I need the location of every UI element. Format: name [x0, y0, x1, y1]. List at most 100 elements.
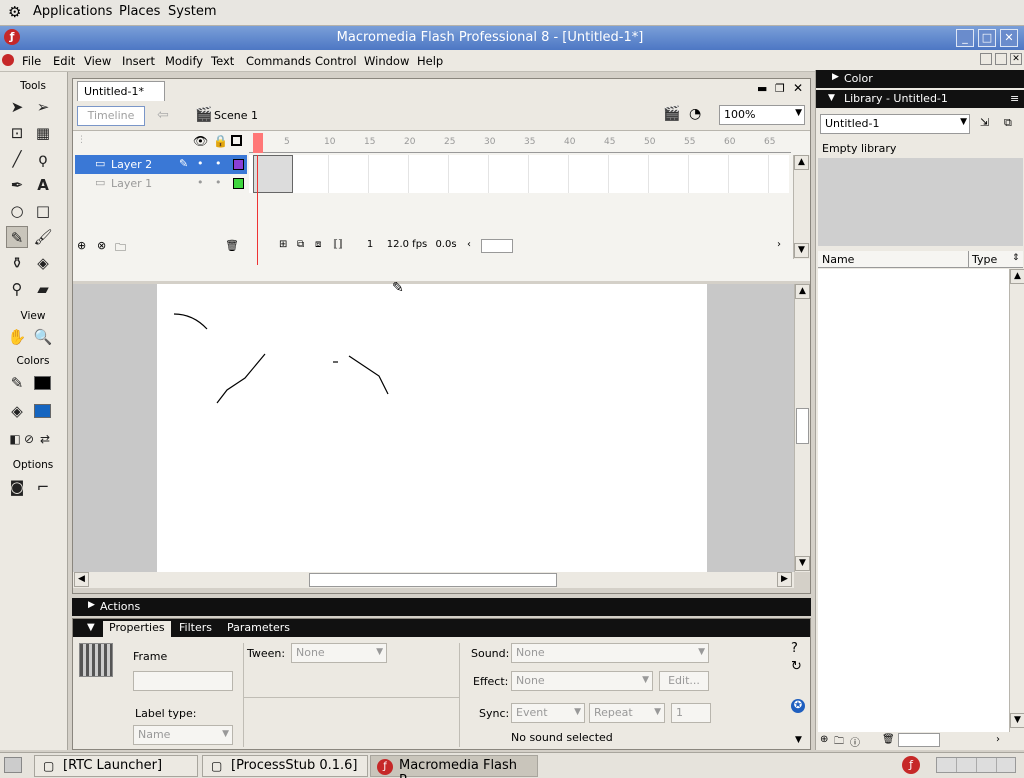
- onion-outline-icon[interactable]: ⧈: [315, 239, 321, 250]
- delete-layer-icon[interactable]: 🗑: [225, 239, 239, 252]
- h-scroll-thumb[interactable]: [309, 573, 557, 587]
- document-tab[interactable]: Untitled-1*: [77, 81, 165, 101]
- pencil-mode-icon[interactable]: ⌐: [32, 476, 54, 498]
- rectangle-tool-icon[interactable]: □: [32, 200, 54, 222]
- task-flash[interactable]: ƒ Macromedia Flash P...: [370, 755, 538, 778]
- col-type[interactable]: Type: [972, 253, 997, 266]
- lasso-tool-icon[interactable]: ϙ: [32, 148, 54, 170]
- object-drawing-icon[interactable]: ◙: [6, 476, 28, 498]
- back-arrow-icon[interactable]: ⇦: [157, 107, 169, 123]
- col-name[interactable]: Name: [822, 253, 854, 266]
- effect-select[interactable]: None ▼: [511, 671, 653, 691]
- layer-name[interactable]: Layer 1: [111, 177, 152, 190]
- gnome-foot-icon[interactable]: ⚙: [8, 3, 21, 21]
- add-motion-guide-icon[interactable]: ⊗: [97, 239, 106, 252]
- insert-folder-icon[interactable]: 🗀: [115, 239, 126, 258]
- mdi-restore-icon[interactable]: [995, 53, 1007, 65]
- repeat-select[interactable]: Repeat ▼: [589, 703, 665, 723]
- visible-dot[interactable]: •: [197, 176, 204, 189]
- stroke-4[interactable]: [348, 355, 389, 395]
- library-select[interactable]: Untitled-1 ▼: [820, 114, 970, 134]
- scroll-left-icon[interactable]: ◀: [74, 572, 89, 587]
- scroll-down-icon[interactable]: ▼: [794, 243, 809, 258]
- library-v-scroll[interactable]: ▲ ▼: [1009, 269, 1024, 737]
- layer-row-1[interactable]: ▭ Layer 1 • •: [75, 174, 247, 193]
- text-tool-icon[interactable]: A: [32, 174, 54, 196]
- library-panel-header[interactable]: ▼ Library - Untitled-1 ≡: [816, 90, 1024, 108]
- places-menu[interactable]: Places: [119, 4, 160, 19]
- doc-restore-icon[interactable]: ❐: [775, 82, 785, 95]
- repeat-count-input[interactable]: 1: [671, 703, 711, 723]
- library-list[interactable]: [818, 269, 1010, 737]
- sort-icon[interactable]: ⇕: [1012, 253, 1020, 263]
- lock-layers-icon[interactable]: 🔒: [213, 134, 228, 148]
- edit-symbol-icon[interactable]: ◔: [689, 106, 701, 122]
- scroll-up-icon[interactable]: ▲: [1010, 269, 1024, 284]
- onion-skin-icon[interactable]: ⧉: [297, 239, 304, 250]
- tray-flash-icon[interactable]: ƒ: [902, 756, 920, 774]
- new-folder-icon[interactable]: 🗀: [834, 734, 844, 751]
- sync-select[interactable]: Event ▼: [511, 703, 585, 723]
- tab-parameters[interactable]: Parameters: [221, 621, 296, 637]
- timeline-v-scroll[interactable]: ▲ ▼: [793, 155, 810, 259]
- system-menu[interactable]: System: [168, 4, 216, 19]
- color-title[interactable]: Color: [844, 72, 873, 85]
- v-scroll-thumb[interactable]: [796, 408, 809, 444]
- doc-close-icon[interactable]: ✕: [793, 81, 803, 95]
- visible-dot[interactable]: •: [197, 157, 204, 170]
- menu-window[interactable]: Window: [364, 54, 409, 68]
- playhead[interactable]: [253, 133, 263, 153]
- new-symbol-icon[interactable]: ⊕: [820, 734, 828, 745]
- scroll-down-icon[interactable]: ▼: [1010, 713, 1024, 728]
- paint-bucket-tool-icon[interactable]: ◈: [32, 252, 54, 274]
- stage[interactable]: [157, 284, 707, 572]
- stage-h-scroll[interactable]: ◀ ▶: [73, 572, 794, 588]
- fill-color-swatch[interactable]: [34, 404, 51, 418]
- ink-bottle-tool-icon[interactable]: ⚱: [6, 252, 28, 274]
- close-icon[interactable]: ✕: [1000, 29, 1018, 47]
- mdi-minimize-icon[interactable]: [980, 53, 992, 65]
- layer-name[interactable]: Layer 2: [111, 158, 152, 171]
- menu-edit[interactable]: Edit: [53, 54, 75, 68]
- scroll-down-icon[interactable]: ▼: [795, 556, 810, 571]
- actions-panel-bar[interactable]: ▶ Actions: [72, 598, 811, 616]
- scroll-up-icon[interactable]: ▲: [795, 284, 810, 299]
- window-titlebar[interactable]: ƒ Macromedia Flash Professional 8 - [Unt…: [0, 26, 1024, 50]
- eraser-tool-icon[interactable]: ▰: [32, 278, 54, 300]
- layer-outline-color[interactable]: [233, 159, 244, 170]
- collapse-arrow-icon[interactable]: ▼: [87, 622, 95, 633]
- edit-multiple-frames-icon[interactable]: ⟦⟧: [333, 239, 343, 250]
- layer-outline-color[interactable]: [233, 178, 244, 189]
- mdi-close-icon[interactable]: ✕: [1010, 53, 1022, 65]
- library-title[interactable]: Library - Untitled-1: [844, 92, 948, 105]
- collapse-icon[interactable]: ▼: [795, 735, 802, 745]
- stage-v-scroll[interactable]: ▲ ▼: [794, 284, 810, 572]
- menu-insert[interactable]: Insert: [122, 54, 155, 68]
- selection-tool-icon[interactable]: ➤: [6, 96, 28, 118]
- frame-rate[interactable]: 12.0 fps: [385, 239, 429, 250]
- stage-pasteboard[interactable]: [73, 284, 794, 572]
- show-desktop-icon[interactable]: [4, 757, 22, 773]
- menu-text[interactable]: Text: [211, 54, 234, 68]
- free-transform-tool-icon[interactable]: ⊡: [6, 122, 28, 144]
- zoom-select[interactable]: 100% ▼: [719, 105, 805, 125]
- lock-dot[interactable]: •: [215, 157, 222, 170]
- show-hide-layers-icon[interactable]: 👁: [193, 134, 208, 148]
- stroke-1[interactable]: [173, 313, 208, 330]
- menu-help[interactable]: Help: [417, 54, 443, 68]
- tab-properties[interactable]: Properties: [103, 621, 171, 637]
- tab-filters[interactable]: Filters: [173, 621, 218, 637]
- frame-name-input[interactable]: [133, 671, 233, 691]
- layer-row-2[interactable]: ▭ Layer 2 ✎ • •: [75, 155, 247, 174]
- properties-icon[interactable]: ⓘ: [850, 734, 860, 749]
- eyedropper-tool-icon[interactable]: ⚲: [6, 278, 28, 300]
- menu-file[interactable]: File: [22, 54, 41, 68]
- sound-select[interactable]: None ▼: [511, 643, 709, 663]
- menu-view[interactable]: View: [84, 54, 111, 68]
- edit-button[interactable]: Edit...: [659, 671, 709, 691]
- scene-label[interactable]: Scene 1: [214, 109, 258, 122]
- applications-menu[interactable]: Applications: [33, 4, 112, 19]
- center-frame-icon[interactable]: ⊞: [279, 239, 287, 250]
- h-scroll-thumb[interactable]: [481, 239, 513, 253]
- timeline-button[interactable]: Timeline: [77, 106, 145, 126]
